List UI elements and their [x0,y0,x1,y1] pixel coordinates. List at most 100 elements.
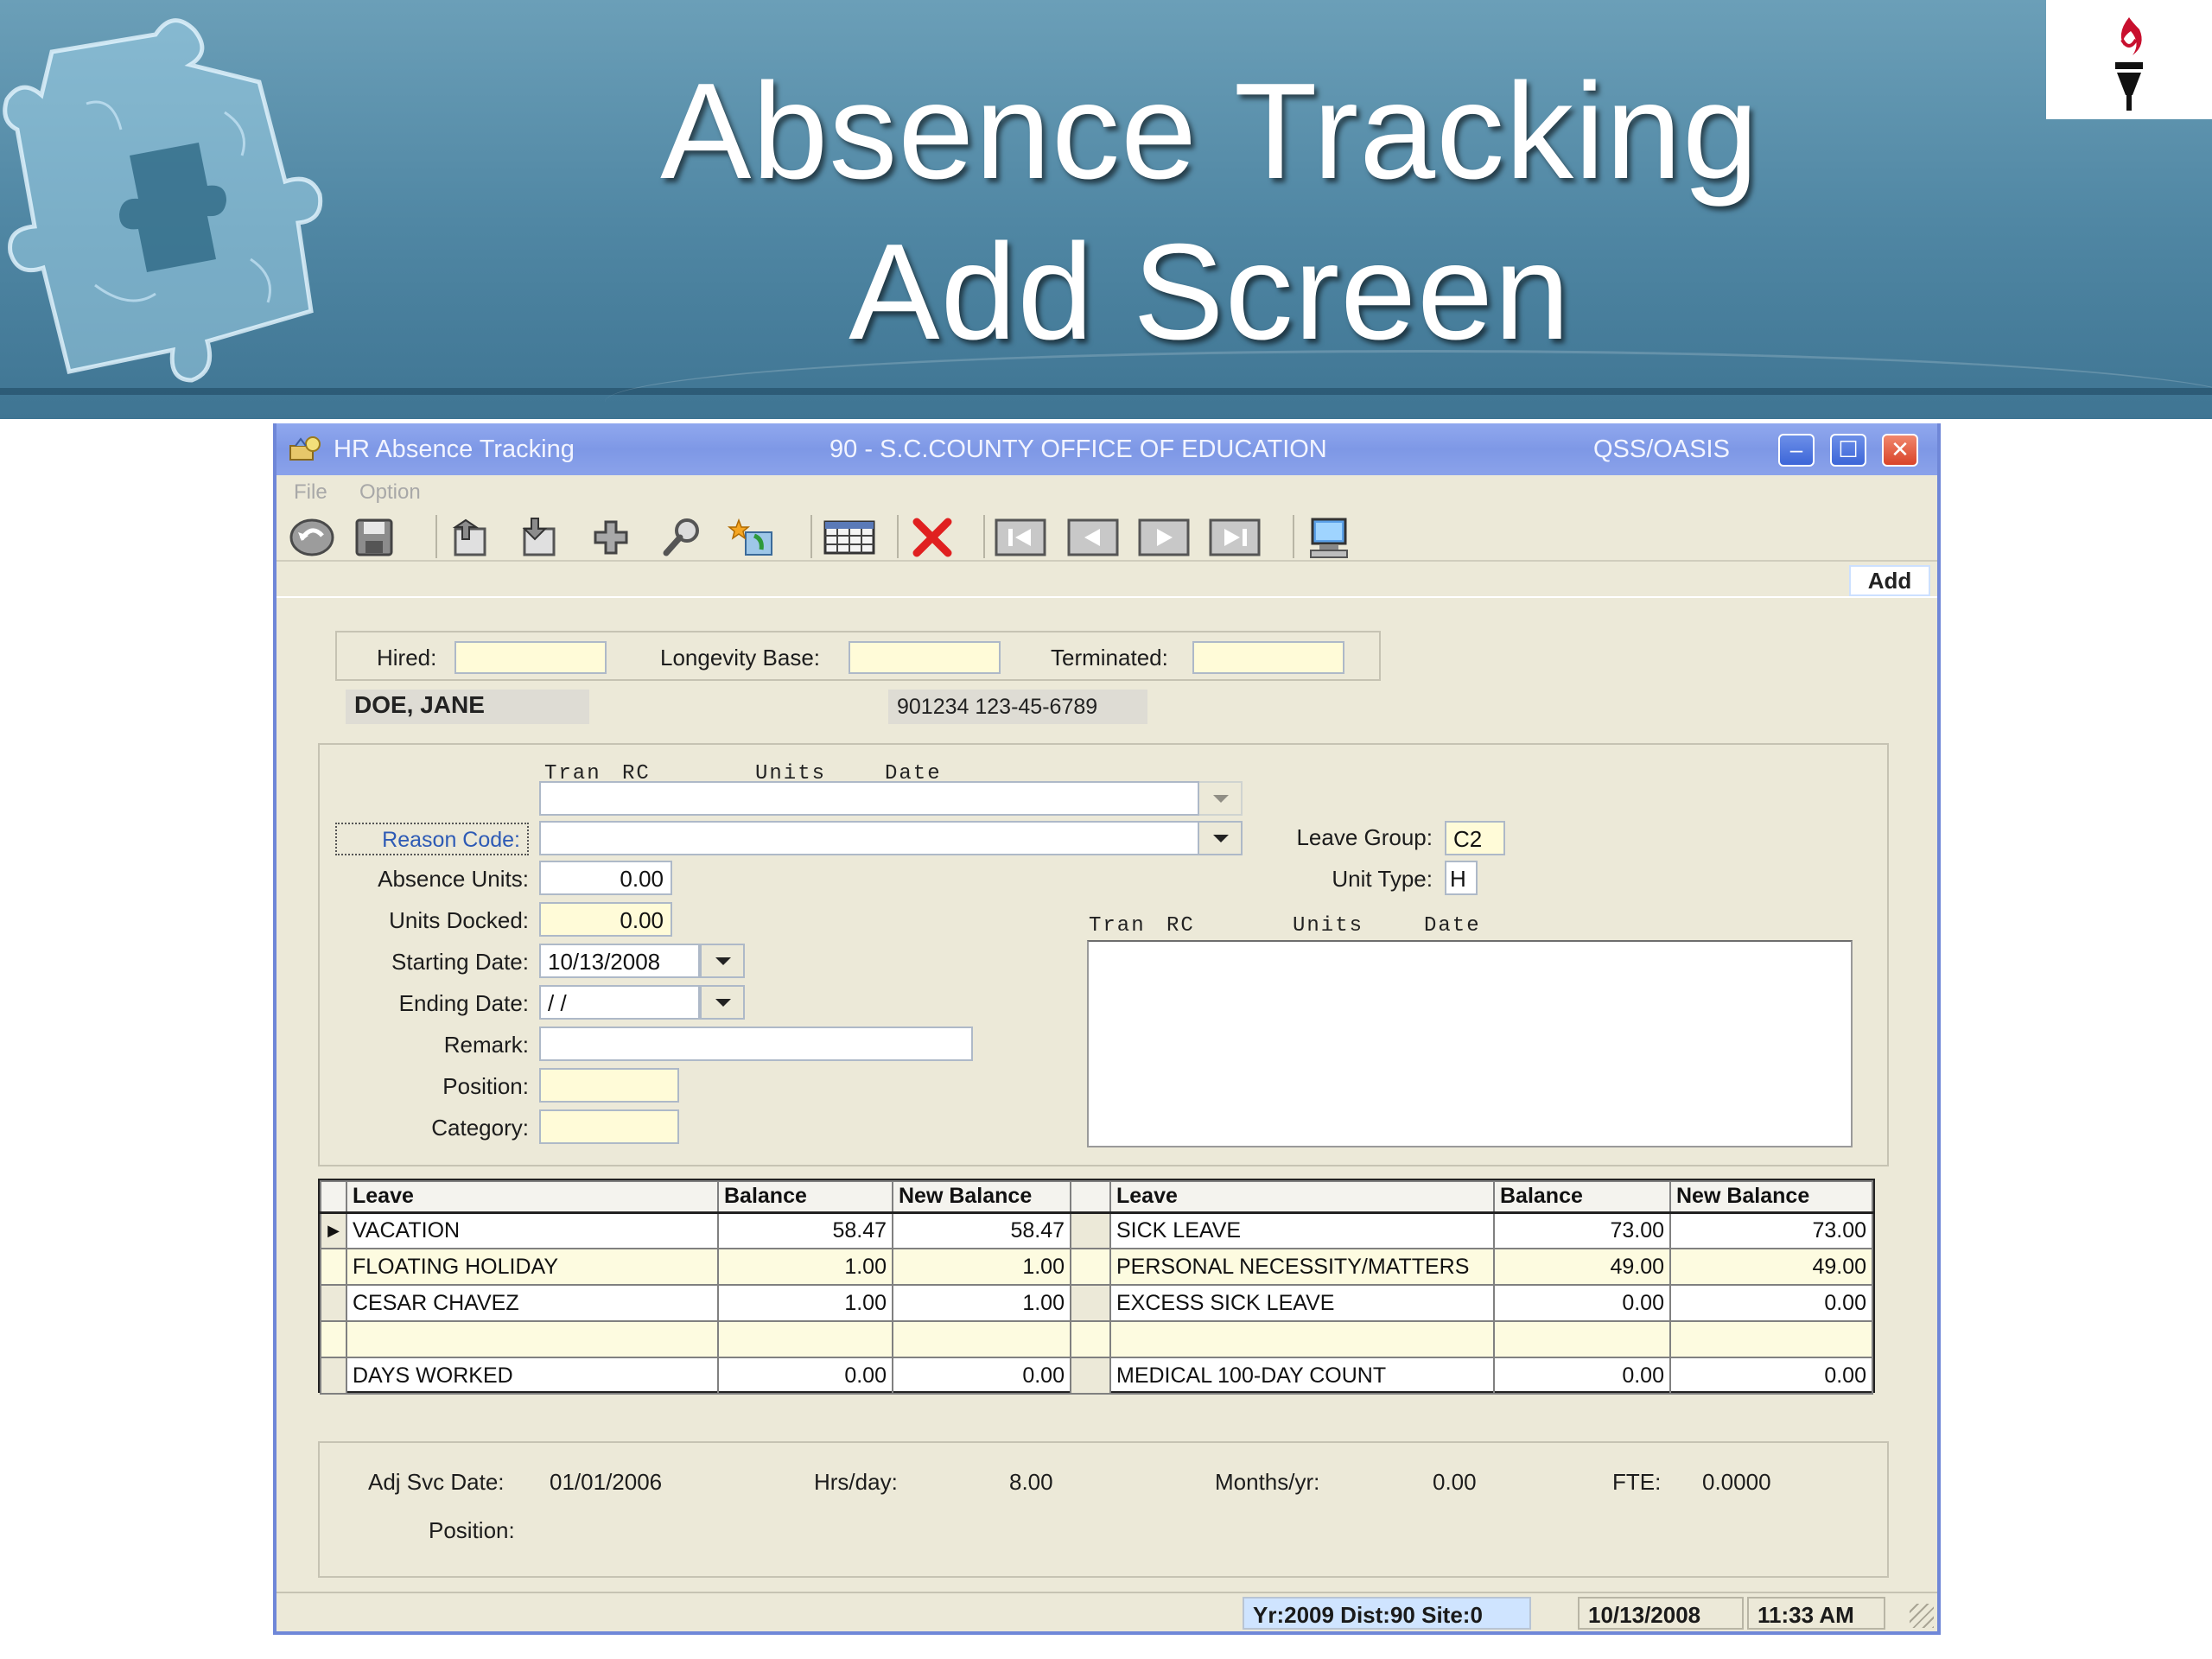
minimize-button[interactable]: – [1778,434,1815,467]
table-row[interactable]: FLOATING HOLIDAY 1.00 1.00 PERSONAL NECE… [320,1248,1873,1286]
ending-date-dropdown-icon[interactable] [700,985,745,1020]
menu-option[interactable]: Option [359,480,421,505]
status-bar: Yr:2009 Dist:90 Site:0 10/13/2008 11:33 … [276,1592,1937,1631]
position-label: Position: [442,1073,529,1099]
download-button[interactable] [510,515,567,560]
terminated-field[interactable] [1192,641,1344,674]
leave-name: SICK LEAVE [1109,1211,1495,1249]
col-leave-right[interactable]: Leave [1109,1180,1495,1214]
leave-balance-grid: Leave Balance New Balance Leave Balance … [318,1179,1875,1395]
computer-button[interactable] [1300,515,1357,560]
leave-new-balance: 1.00 [892,1248,1071,1286]
last-record-icon [1209,518,1261,556]
leave-new-balance: 0.00 [1669,1284,1873,1322]
months-yr-value: 0.00 [1433,1469,1477,1495]
absence-units-field[interactable]: 0.00 [539,861,672,895]
service-info-group [318,1441,1889,1578]
col-leave-left[interactable]: Leave [346,1180,719,1214]
menu-file[interactable]: File [294,480,327,505]
table-row[interactable]: DAYS WORKED 0.00 0.00 MEDICAL 100-DAY CO… [320,1357,1873,1395]
grid-gap [1070,1357,1111,1395]
minimize-icon: – [1789,436,1803,462]
upload-button[interactable] [441,515,498,560]
status-date: 10/13/2008 [1578,1597,1744,1630]
search-icon [663,518,699,556]
grid-gap [1070,1211,1111,1249]
next-record-icon [1138,518,1190,556]
delete-icon [912,518,952,557]
col-balance-right[interactable]: Balance [1493,1180,1671,1214]
reason-code-select[interactable] [539,821,1199,855]
previous-record-button[interactable] [1065,515,1122,560]
add-button[interactable] [582,515,639,560]
leave-name [1109,1320,1495,1358]
grid-header-row: Leave Balance New Balance Leave Balance … [320,1180,1873,1214]
close-button[interactable]: ✕ [1882,434,1918,467]
save-button[interactable] [346,515,403,560]
position-field[interactable] [539,1068,679,1103]
toolbar-separator [1293,515,1294,558]
last-record-button[interactable] [1206,515,1263,560]
wizard-icon [727,518,772,556]
leave-balance [1493,1320,1671,1358]
col-balance-left[interactable]: Balance [717,1180,893,1214]
next-record-button[interactable] [1135,515,1192,560]
leave-new-balance: 0.00 [892,1357,1071,1395]
table-row[interactable] [320,1320,1873,1358]
employee-ids: 901234 123-45-6789 [888,690,1147,724]
wizard-button[interactable] [724,515,781,560]
prior-transaction-select[interactable] [539,781,1199,816]
starting-date-field[interactable]: 10/13/2008 [539,944,700,978]
starting-date-dropdown-icon[interactable] [700,944,745,978]
unit-type-field[interactable]: H [1445,861,1478,895]
leave-new-balance: 49.00 [1669,1248,1873,1286]
leave-balance: 0.00 [1493,1284,1671,1322]
remark-field[interactable] [539,1027,973,1061]
hired-field[interactable] [454,641,607,674]
category-field[interactable] [539,1109,679,1144]
maximize-button[interactable]: ☐ [1830,434,1866,467]
leave-name: CESAR CHAVEZ [346,1284,719,1322]
prior-transaction-dropdown-icon[interactable] [1198,781,1243,816]
leave-new-balance [892,1320,1071,1358]
table-row[interactable]: CESAR CHAVEZ 1.00 1.00 EXCESS SICK LEAVE… [320,1284,1873,1322]
hrs-day-label: Hrs/day: [814,1469,898,1495]
first-record-button[interactable] [992,515,1049,560]
leave-name: PERSONAL NECESSITY/MATTERS [1109,1248,1495,1286]
leave-balance: 58.47 [717,1211,893,1249]
col-new-balance-left[interactable]: New Balance [892,1180,1071,1214]
leave-balance: 49.00 [1493,1248,1671,1286]
app-icon [289,436,321,461]
grid-view-button[interactable] [821,515,878,560]
reason-code-label[interactable]: Reason Code: [335,823,529,855]
leave-balance: 1.00 [717,1248,893,1286]
slide-title-line1: Absence Tracking [660,55,1759,207]
search-button[interactable] [653,515,710,560]
resize-grip-icon[interactable] [1910,1604,1934,1628]
close-icon: ✕ [1891,436,1910,462]
delete-button[interactable] [904,515,961,560]
adj-svc-date-value: 01/01/2006 [550,1469,663,1495]
leave-name: DAYS WORKED [346,1357,719,1395]
window-titlebar[interactable]: HR Absence Tracking 90 - S.C.COUNTY OFFI… [276,423,1937,475]
list-col-tran: Tran [1089,914,1146,938]
exit-button[interactable] [283,515,340,560]
ending-date-field[interactable]: / / [539,985,700,1020]
row-selector [320,1320,347,1358]
row-selector [320,1357,347,1395]
row-selector-icon: ▶ [320,1211,347,1249]
table-row[interactable]: ▶ VACATION 58.47 58.47 SICK LEAVE 73.00 … [320,1211,1873,1249]
toolbar-separator [983,515,985,558]
units-docked-field[interactable]: 0.00 [539,902,672,937]
transaction-list[interactable] [1087,940,1853,1147]
first-record-icon [995,518,1046,556]
leave-group-field[interactable]: C2 [1445,821,1505,855]
starting-date-label: Starting Date: [391,949,529,975]
col-new-balance-right[interactable]: New Balance [1669,1180,1873,1214]
slide-title-line2: Add Screen [849,216,1571,368]
longevity-base-field[interactable] [849,641,1001,674]
terminated-label: Terminated: [1051,645,1168,671]
leave-balance: 73.00 [1493,1211,1671,1249]
fte-label: FTE: [1612,1469,1662,1495]
leave-new-balance: 73.00 [1669,1211,1873,1249]
